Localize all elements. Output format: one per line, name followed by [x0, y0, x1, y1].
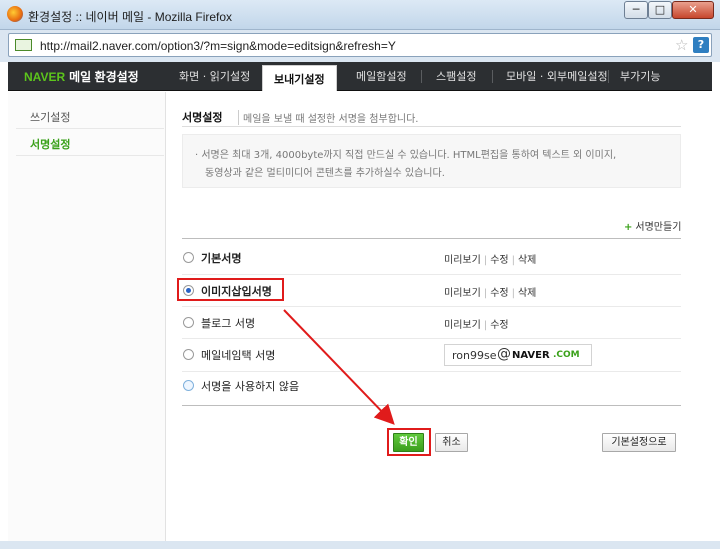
option-label[interactable]: 기본서명 [201, 250, 241, 266]
firefox-icon [7, 6, 23, 22]
delete-link[interactable]: 삭제 [518, 288, 536, 299]
maximize-button[interactable]: □ [648, 1, 672, 19]
status-bar [0, 541, 720, 549]
page-description: 메일을 보낼 때 설정한 서명을 첨부합니다. [238, 110, 418, 125]
window-title: 환경설정 :: 네이버 메일 - Mozilla Firefox [28, 10, 233, 24]
confirm-button[interactable]: 확인 [393, 433, 424, 452]
minimize-button[interactable]: ─ [624, 1, 648, 19]
site-mail-icon [15, 39, 32, 51]
annotation-highlight-box [177, 278, 284, 301]
page-title: 서명설정 [182, 111, 223, 124]
radio-no-signature[interactable] [183, 380, 194, 391]
tab-extras[interactable]: 부가기능 [620, 68, 660, 84]
info-text-line2: 동영상과 같은 멀티미디어 콘텐츠를 추가하실수 있습니다. [205, 168, 445, 179]
option-label[interactable]: 블로그 서명 [201, 315, 255, 331]
info-box: · 서명은 최대 3개, 4000byte까지 직접 만드실 수 있습니다. H… [182, 134, 681, 188]
email-at: @ [497, 346, 511, 362]
tab-mobile-external[interactable]: 모바일 · 외부메일설정 [506, 68, 608, 84]
email-id: ron99se [452, 349, 497, 362]
tab-divider [421, 70, 422, 83]
delete-link[interactable]: 삭제 [518, 255, 536, 266]
options-bottom-divider [182, 405, 681, 406]
email-nametag: ron99se @ NAVER .COM [444, 344, 592, 366]
option-actions: 미리보기 | 수정 [444, 320, 509, 331]
bookmark-star-icon[interactable]: ☆ [675, 36, 688, 54]
cancel-button[interactable]: 취소 [435, 433, 468, 452]
sidebar-divider [16, 128, 164, 129]
options-top-divider [182, 238, 681, 239]
preview-link[interactable]: 미리보기 [444, 288, 481, 299]
main-content: 서명설정 메일을 보낼 때 설정한 서명을 첨부합니다. · 서명은 최대 3개… [166, 92, 712, 541]
brand-logo[interactable]: NAVER 메일 환경설정 [24, 68, 139, 85]
settings-navbar: NAVER 메일 환경설정 화면 · 읽기설정 보내기설정 메일함설정 스팸설정 … [8, 62, 712, 91]
tab-divider [492, 70, 493, 83]
email-tld: .COM [553, 350, 580, 360]
edit-link[interactable]: 수정 [490, 320, 508, 331]
radio-nametag-signature[interactable] [183, 349, 194, 360]
row-divider [182, 371, 681, 372]
help-icon[interactable]: ? [693, 37, 709, 53]
title-divider [182, 126, 681, 127]
sidebar: 쓰기설정 서명설정 [8, 92, 166, 541]
info-text-line1: · 서명은 최대 3개, 4000byte까지 직접 만드실 수 있습니다. H… [195, 150, 617, 161]
row-divider [182, 306, 681, 307]
sidebar-item-write[interactable]: 쓰기설정 [30, 109, 70, 125]
preview-link[interactable]: 미리보기 [444, 320, 481, 331]
option-actions: 미리보기 | 수정 | 삭제 [444, 288, 537, 299]
tab-send-settings[interactable]: 보내기설정 [262, 65, 337, 91]
tab-screen-read[interactable]: 화면 · 읽기설정 [179, 68, 250, 84]
url-field[interactable]: http://mail2.naver.com/option3/?m=sign&m… [8, 33, 712, 57]
tab-divider [608, 70, 609, 83]
option-label[interactable]: 메일네임택 서명 [201, 347, 275, 363]
tab-mailbox-settings[interactable]: 메일함설정 [356, 68, 407, 84]
reset-default-button[interactable]: 기본설정으로 [602, 433, 676, 452]
edit-link[interactable]: 수정 [490, 255, 508, 266]
row-divider [182, 274, 681, 275]
plus-icon: + [624, 222, 633, 233]
close-window-button[interactable]: ✕ [672, 1, 714, 19]
preview-link[interactable]: 미리보기 [444, 255, 481, 266]
radio-blog-signature[interactable] [183, 317, 194, 328]
tab-spam-settings[interactable]: 스팸설정 [436, 68, 476, 84]
option-actions: 미리보기 | 수정 | 삭제 [444, 255, 537, 266]
window-titlebar: 환경설정 :: 네이버 메일 - Mozilla Firefox ─ □ ✕ [0, 0, 720, 30]
radio-basic-signature[interactable] [183, 252, 194, 263]
sidebar-divider [16, 155, 164, 156]
address-bar: http://mail2.naver.com/option3/?m=sign&m… [0, 30, 720, 62]
edit-link[interactable]: 수정 [490, 288, 508, 299]
email-domain: NAVER [512, 350, 550, 361]
make-signature-link[interactable]: + 서명만들기 [624, 218, 681, 233]
sidebar-item-signature[interactable]: 서명설정 [30, 136, 70, 152]
url-text[interactable]: http://mail2.naver.com/option3/?m=sign&m… [40, 39, 396, 53]
option-label[interactable]: 서명을 사용하지 않음 [201, 378, 299, 394]
row-divider [182, 338, 681, 339]
